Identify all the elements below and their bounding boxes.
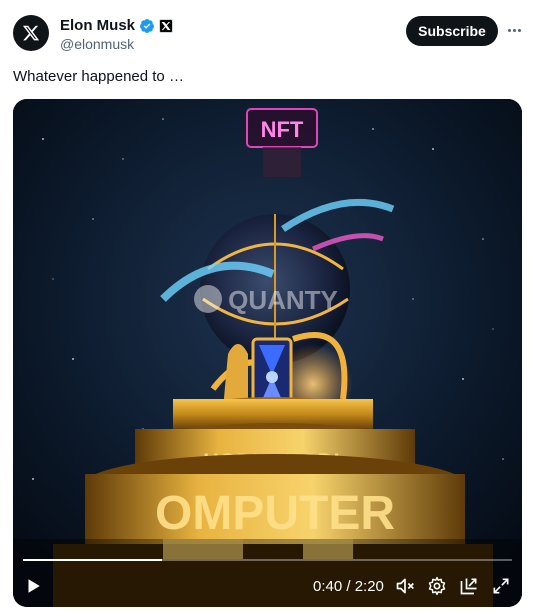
verified-badge-icon xyxy=(140,18,155,33)
video-progress-fill xyxy=(23,559,163,561)
x-affiliate-badge-icon xyxy=(159,18,174,33)
video-frame: NFT HODL · HODL OMPUTER xyxy=(13,99,522,607)
tweet-text: Whatever happened to … xyxy=(13,68,184,85)
x-logo-icon xyxy=(22,25,40,41)
svg-text:OMPUTER: OMPUTER xyxy=(155,487,395,540)
more-options-icon[interactable] xyxy=(505,20,523,40)
tweet-header: Elon Musk @elonmusk Subscribe xyxy=(0,0,537,62)
video-time-display: 0:40 / 2:20 xyxy=(313,578,384,595)
author-display-name[interactable]: Elon Musk xyxy=(60,17,135,34)
play-icon[interactable] xyxy=(21,574,45,598)
video-player[interactable]: NFT HODL · HODL OMPUTER xyxy=(13,99,522,607)
video-progress-bar[interactable] xyxy=(23,559,512,561)
subscribe-button[interactable]: Subscribe xyxy=(406,16,498,46)
video-controls: 0:40 / 2:20 xyxy=(13,569,522,605)
mute-icon[interactable] xyxy=(393,574,417,598)
author-handle[interactable]: @elonmusk xyxy=(60,36,134,52)
fullscreen-icon[interactable] xyxy=(489,574,513,598)
neon-sign-text: NFT xyxy=(261,117,304,142)
author-name-row: Elon Musk xyxy=(60,17,174,34)
settings-icon[interactable] xyxy=(425,574,449,598)
watermark-text: QUANTY xyxy=(228,285,338,315)
avatar[interactable] xyxy=(13,15,49,51)
pip-icon[interactable] xyxy=(457,574,481,598)
